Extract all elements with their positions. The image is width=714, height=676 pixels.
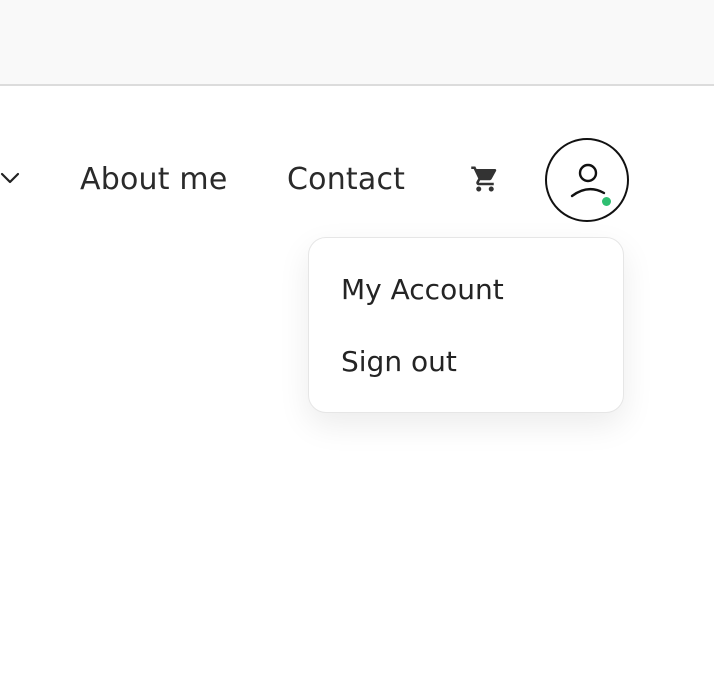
chevron-down-icon[interactable]: [0, 170, 20, 186]
cart-icon[interactable]: [470, 164, 500, 194]
user-avatar-button[interactable]: [545, 138, 629, 222]
user-icon: [570, 163, 606, 198]
top-bar: [0, 0, 714, 86]
menu-item-my-account[interactable]: My Account: [341, 272, 504, 308]
nav-link-about-me[interactable]: About me: [80, 160, 228, 200]
user-dropdown-menu: My Account Sign out: [308, 237, 624, 413]
menu-item-sign-out[interactable]: Sign out: [341, 344, 457, 380]
nav-link-contact[interactable]: Contact: [287, 160, 405, 200]
online-status-indicator: [602, 197, 611, 206]
